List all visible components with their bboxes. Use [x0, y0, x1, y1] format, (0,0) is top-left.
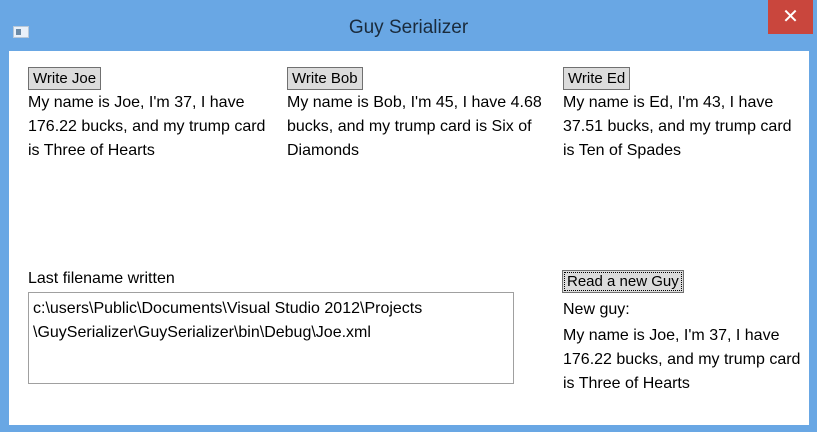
- write-joe-button[interactable]: Write Joe: [28, 67, 102, 90]
- write-bob-button[interactable]: Write Bob: [287, 67, 363, 90]
- last-filename-textbox[interactable]: c:\users\Public\Documents\Visual Studio …: [28, 292, 514, 384]
- joe-description: My name is Joe, I'm 37, I have 176.22 bu…: [28, 94, 266, 159]
- new-guy-description: My name is Joe, I'm 37, I have 176.22 bu…: [563, 327, 801, 392]
- close-button[interactable]: ✕: [768, 0, 813, 34]
- ed-description: My name is Ed, I'm 43, I have 37.51 buck…: [563, 94, 792, 159]
- close-icon: ✕: [782, 6, 799, 28]
- last-filename-label: Last filename written: [28, 270, 175, 287]
- title-bar[interactable]: Guy Serializer ✕: [0, 0, 817, 58]
- window-title: Guy Serializer: [348, 17, 469, 38]
- bob-description: My name is Bob, I'm 45, I have 4.68 buck…: [287, 94, 542, 159]
- guy-serializer-window: Guy Serializer ✕ Write Joe My name is Jo…: [0, 0, 817, 432]
- read-new-guy-button[interactable]: Read a new Guy: [562, 270, 684, 293]
- new-guy-label: New guy:: [563, 301, 630, 318]
- write-ed-button[interactable]: Write Ed: [563, 67, 631, 90]
- client-area: Write Joe My name is Joe, I'm 37, I have…: [9, 51, 809, 425]
